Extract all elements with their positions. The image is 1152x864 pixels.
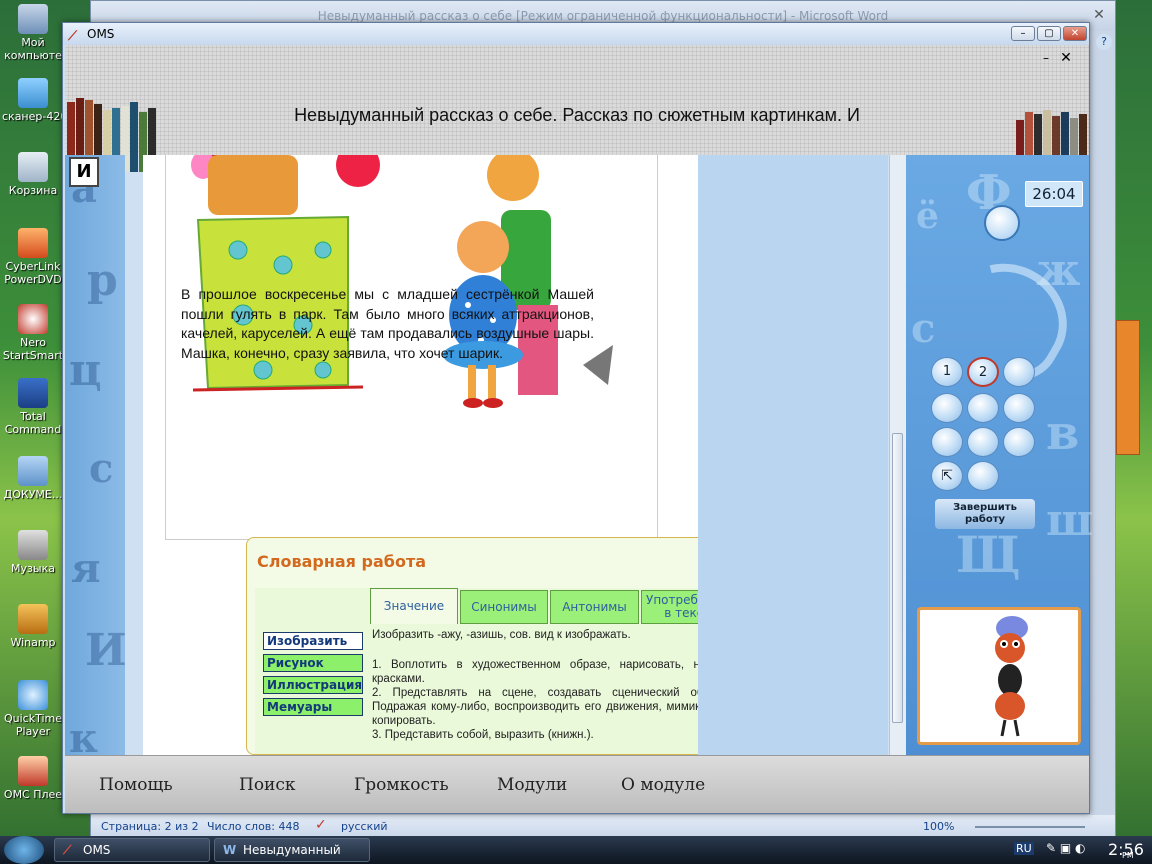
module-banner: – ✕ Невыдуманный рассказ о себе. Рассказ…	[65, 45, 1089, 172]
taskbar-item-word[interactable]: WНевыдуманный ра...	[214, 838, 370, 862]
bottom-menu-bar: Помощь Поиск Громкость Модули О модуле	[65, 755, 1089, 813]
zoom-level[interactable]: 100%	[923, 820, 954, 833]
menu-about-module[interactable]: О модуле	[621, 775, 705, 795]
keypad-button[interactable]	[931, 427, 963, 457]
left-decor-strip: а р ц с я И к	[65, 155, 127, 762]
tab-synonyms[interactable]: Синонимы	[460, 590, 548, 624]
tab-meaning[interactable]: Значение	[370, 588, 458, 624]
keypad-button[interactable]	[967, 461, 999, 491]
definition-text: Изобразить -ажу, -азишь, сов. вид к изоб…	[372, 628, 698, 742]
word-izobrazit[interactable]: Изобразить	[263, 632, 363, 650]
tab-antonyms[interactable]: Антонимы	[550, 590, 639, 624]
help-icon[interactable]: ?	[1096, 34, 1112, 50]
start-button[interactable]	[4, 836, 44, 864]
scrollbar-thumb[interactable]	[892, 433, 903, 723]
word-doc-icon: W	[223, 843, 237, 857]
keypad-button-2[interactable]: 2	[967, 357, 999, 387]
definition-line: 2. Представлять на сцене, создавать сцен…	[372, 687, 698, 727]
mascot-box	[917, 607, 1081, 745]
menu-help[interactable]: Помощь	[99, 775, 173, 795]
desktop-icon-music[interactable]: Музыка	[2, 530, 64, 575]
menu-modules[interactable]: Модули	[497, 775, 567, 795]
word-risunok[interactable]: Рисунок	[263, 654, 363, 672]
timer-display: 26:04	[1025, 181, 1083, 207]
status-words[interactable]: Число слов: 448	[207, 820, 300, 833]
quicktime-icon	[18, 680, 48, 710]
dictionary-panel: Словарная работа Значение Синонимы Антон…	[246, 537, 698, 755]
status-language[interactable]: русский	[341, 820, 388, 833]
finish-work-button[interactable]: Завершить работу	[935, 499, 1035, 529]
keypad-button[interactable]	[1003, 427, 1035, 457]
minimize-button[interactable]: –	[1011, 26, 1035, 41]
cursor-icon: ⇱	[941, 468, 953, 484]
desktop-icon-powerdvd[interactable]: CyberLink PowerDVD	[2, 228, 64, 286]
desktop-icon-oms-player[interactable]: ОМС Плее	[2, 756, 64, 801]
floppy-icon	[18, 378, 48, 408]
timer-knob-icon	[984, 205, 1020, 241]
recycle-bin-icon	[18, 152, 48, 182]
documents-icon	[18, 456, 48, 486]
oms-logo-icon: ⟋	[63, 843, 72, 857]
module-title: Невыдуманный рассказ о себе. Рассказ по …	[294, 105, 860, 125]
desktop-icon-quicktime[interactable]: QuickTime Player	[2, 680, 64, 738]
story-text: В прошлое воскресенье мы с младшей сестр…	[181, 286, 594, 361]
oms-title-bar: ⟋ OMS – ▢ ✕	[63, 23, 1089, 45]
desktop-icon-recycle-bin[interactable]: Корзина	[2, 152, 64, 197]
nero-icon	[18, 304, 48, 334]
banner-close-button[interactable]: ✕	[1059, 51, 1073, 65]
ant-mascot-illustration	[995, 616, 1028, 737]
computer-icon	[18, 4, 48, 34]
lesson-content: Словарная работа Значение Синонимы Антон…	[143, 155, 698, 755]
definition-head: Изобразить -ажу, -азишь, сов. вид к изоб…	[372, 629, 631, 641]
oms-player-icon	[18, 756, 48, 786]
desktop-icon-winamp[interactable]: Winamp	[2, 604, 64, 649]
desktop-icon-nero[interactable]: Nero StartSmart	[2, 304, 64, 362]
tray-icons[interactable]: ✎ ▣ ◐	[1046, 841, 1086, 855]
keypad-button[interactable]	[967, 393, 999, 423]
powerdvd-icon	[18, 228, 48, 258]
keypad-button[interactable]	[931, 393, 963, 423]
close-button[interactable]: ✕	[1063, 26, 1087, 41]
clock-suffix: PM	[1122, 851, 1134, 860]
taskbar-item-oms[interactable]: ⟋ OMS	[54, 838, 210, 862]
pointer-button[interactable]: ⇱	[931, 461, 963, 491]
desktop-icon-total-commander[interactable]: Total Command	[2, 378, 64, 436]
desktop-gadget-notepad	[1116, 320, 1140, 455]
dictionary-title: Словарная работа	[257, 552, 427, 571]
taskbar: ⟋OMS WНевыдуманный ра... RU ✎ ▣ ◐ 2:56 P…	[0, 836, 1152, 864]
keypad-button[interactable]	[1003, 393, 1035, 423]
menu-search[interactable]: Поиск	[239, 775, 296, 795]
proofing-icon[interactable]: ✓	[315, 817, 327, 833]
desktop-icon-my-computer[interactable]: Мой компьюте	[2, 4, 64, 62]
definition-line: 1. Воплотить в художественном образе, на…	[372, 659, 698, 685]
zoom-slider[interactable]	[975, 826, 1085, 828]
word-memuary[interactable]: Мемуары	[263, 698, 363, 716]
desktop-icon-documents[interactable]: ДОКУМЕ...	[2, 456, 64, 501]
tab-usage[interactable]: Употребление в тексте	[641, 590, 698, 624]
keypad-button[interactable]	[1003, 357, 1035, 387]
scanner-icon	[18, 78, 48, 108]
maximize-button[interactable]: ▢	[1037, 26, 1061, 41]
status-page[interactable]: Страница: 2 из 2	[101, 820, 199, 833]
definition-line: 3. Представить собой, выразить (книжн.).	[372, 729, 594, 741]
desktop-icon-scanner[interactable]: сканер-420	[2, 78, 67, 123]
keypad-button-1[interactable]: 1	[931, 357, 963, 387]
language-indicator[interactable]: RU	[1014, 842, 1034, 855]
oms-window: ⟋ OMS – ▢ ✕ – ✕ Невыдуманный рассказ о с…	[62, 22, 1093, 814]
banner-minimize-button[interactable]: –	[1039, 51, 1053, 65]
keypad-button[interactable]	[967, 427, 999, 457]
section-letter: И	[69, 157, 99, 187]
music-icon	[18, 530, 48, 560]
middle-panel	[698, 155, 888, 755]
menu-volume[interactable]: Громкость	[354, 775, 449, 795]
word-illyustratsiya[interactable]: Иллюстрация	[263, 676, 363, 694]
word-close-icon[interactable]: ✕	[1087, 7, 1111, 27]
winamp-icon	[18, 604, 48, 634]
